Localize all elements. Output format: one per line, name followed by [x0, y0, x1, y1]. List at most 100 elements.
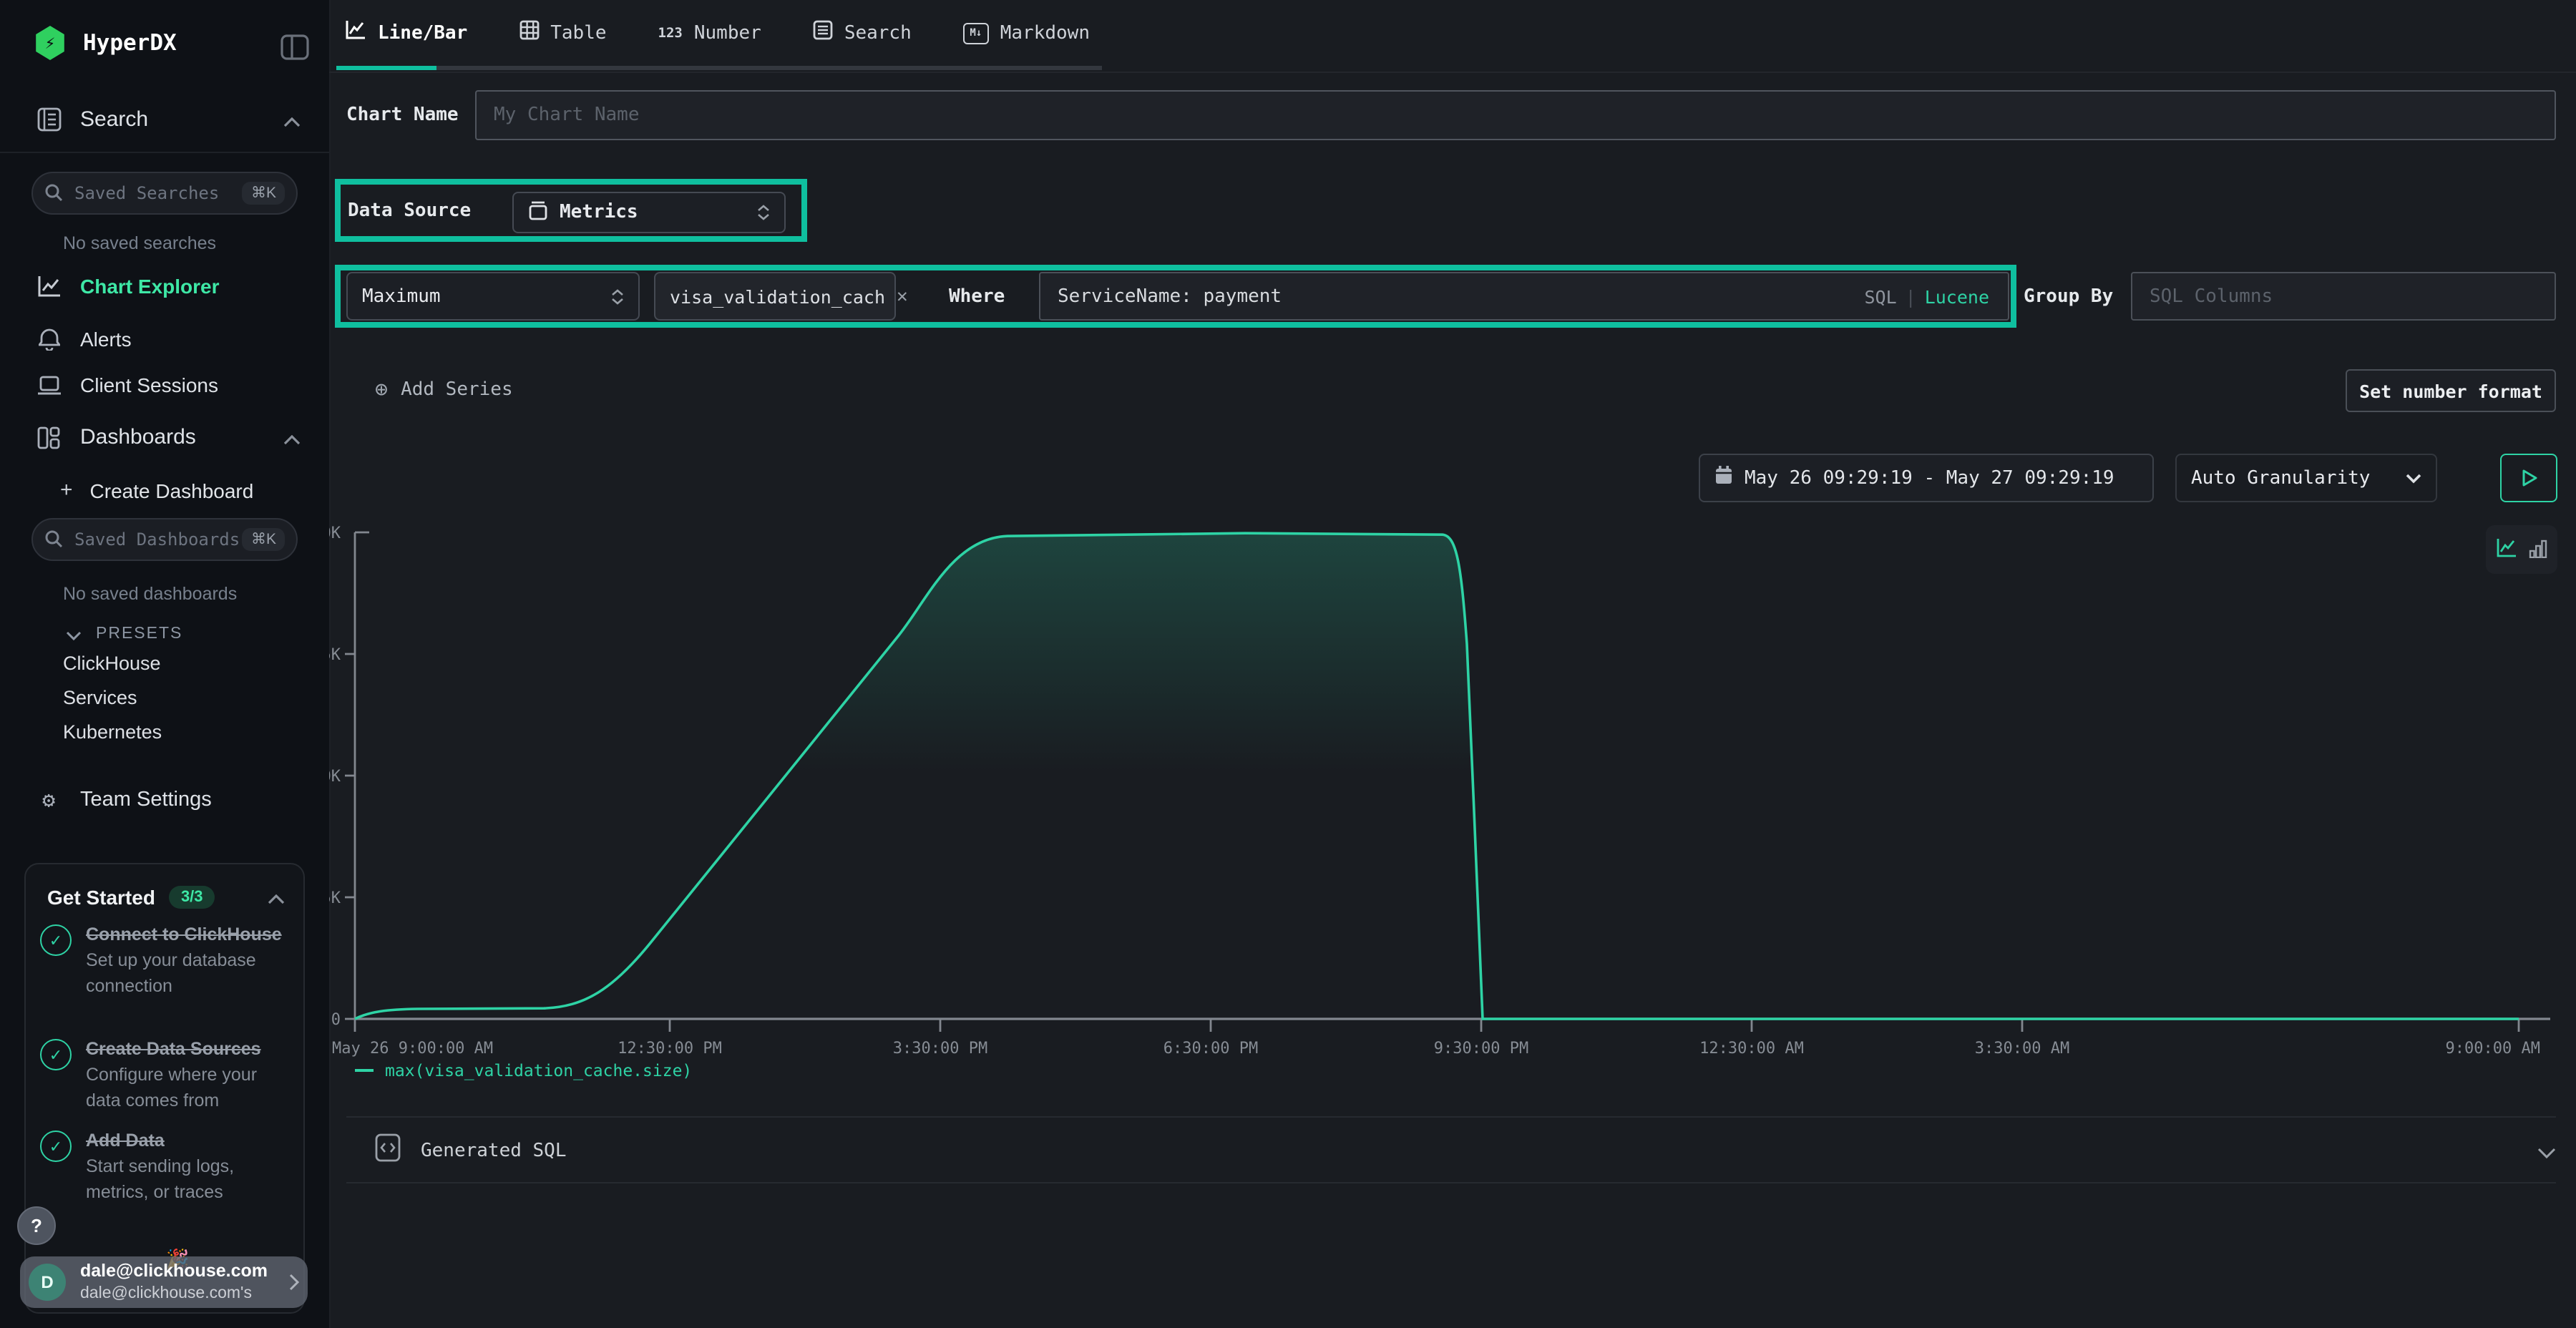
- tab-label: Search: [844, 22, 912, 44]
- add-series-button[interactable]: ⊕ Add Series: [375, 376, 513, 402]
- chart-name-label: Chart Name: [346, 104, 459, 126]
- preset-clickhouse[interactable]: ClickHouse: [63, 653, 161, 674]
- x-tick-label: 9:00:00 AM: [2446, 1040, 2540, 1058]
- search-section-icon: [34, 107, 63, 132]
- granularity-select[interactable]: Auto Granularity: [2175, 454, 2437, 502]
- y-tick-label: 0: [331, 1011, 341, 1029]
- presets-group-header[interactable]: PRESETS: [66, 620, 182, 647]
- get-started-item-add-data[interactable]: ✓ Add Data Start sending logs, metrics, …: [40, 1128, 292, 1205]
- chevron-up-icon[interactable]: [283, 106, 301, 133]
- create-dashboard-label: Create Dashboard: [90, 479, 254, 502]
- collapse-sidebar-icon[interactable]: [280, 34, 309, 66]
- saved-dashboards-placeholder: Saved Dashboards: [74, 529, 243, 550]
- check-circle-icon: ✓: [40, 924, 72, 956]
- x-tick-label: May 26 9:00:00 AM: [332, 1040, 493, 1058]
- tab-search[interactable]: Search: [813, 20, 912, 46]
- chevron-down-icon[interactable]: [2537, 1137, 2556, 1164]
- saved-searches-input[interactable]: Saved Searches ⌘K: [31, 172, 298, 215]
- aggregation-value: Maximum: [362, 285, 441, 307]
- saved-searches-placeholder: Saved Searches: [74, 183, 243, 203]
- tab-markdown[interactable]: M↓ Markdown: [963, 22, 1090, 44]
- divider: [346, 1116, 2556, 1118]
- group-by-label: Group By: [2024, 286, 2113, 308]
- y-tick-label: 25K: [329, 889, 341, 907]
- line-chart-icon: [345, 20, 366, 46]
- metric-tag-label: visa_validation_cach: [670, 285, 885, 307]
- app-logo[interactable]: ⚡ HyperDX: [34, 26, 177, 60]
- tab-track: [336, 66, 1102, 70]
- tab-number[interactable]: 123 Number: [658, 22, 761, 44]
- preset-services[interactable]: Services: [63, 687, 137, 708]
- sidebar-item-chart-explorer[interactable]: Chart Explorer: [34, 275, 301, 298]
- sidebar-item-label: Chart Explorer: [80, 275, 220, 298]
- chart-legend[interactable]: max(visa_validation_cache.size): [355, 1060, 692, 1080]
- team-settings-label: Team Settings: [80, 788, 212, 811]
- set-number-format-button[interactable]: Set number format: [2346, 369, 2556, 412]
- generated-sql-label: Generated SQL: [421, 1140, 567, 1161]
- markdown-icon: M↓: [963, 22, 989, 44]
- get-started-item-title: Connect to ClickHouse: [86, 924, 282, 944]
- help-button[interactable]: ?: [17, 1206, 56, 1245]
- sql-mode-toggle[interactable]: SQL: [1864, 286, 1896, 308]
- search-section-label: Search: [80, 107, 148, 132]
- metrics-box-icon: [528, 200, 548, 225]
- x-tick-label: 12:30:00 PM: [618, 1040, 722, 1058]
- tab-line-bar[interactable]: Line/Bar: [345, 20, 467, 46]
- sidebar-section-dashboards[interactable]: Dashboards: [34, 424, 301, 451]
- preset-kubernetes[interactable]: Kubernetes: [63, 721, 162, 743]
- divider: [346, 1182, 2556, 1183]
- chevron-up-icon[interactable]: [283, 424, 301, 451]
- sidebar-item-team-settings[interactable]: ⚙ Team Settings: [34, 787, 301, 813]
- sidebar-section-search[interactable]: Search: [34, 106, 301, 133]
- tab-label: Number: [694, 22, 761, 44]
- group-by-input[interactable]: [2131, 272, 2556, 321]
- y-tick-label: 50K: [329, 768, 341, 786]
- aggregation-select[interactable]: Maximum: [346, 272, 640, 321]
- chevron-down-icon: [66, 620, 82, 647]
- metric-tag[interactable]: visa_validation_cach ✕: [654, 272, 896, 321]
- user-menu[interactable]: D dale@clickhouse.com dale@clickhouse.co…: [20, 1256, 308, 1308]
- chevron-up-icon[interactable]: [268, 883, 285, 910]
- x-tick-label: 12:30:00 AM: [1699, 1040, 1804, 1058]
- search-icon: [44, 180, 63, 207]
- date-range-value: May 26 09:29:19 - May 27 09:29:19: [1745, 467, 2114, 489]
- sidebar-item-client-sessions[interactable]: Client Sessions: [34, 374, 301, 396]
- data-source-select[interactable]: Metrics: [512, 192, 786, 233]
- cmd-k-shortcut: ⌘K: [243, 528, 285, 551]
- sidebar-item-label: Alerts: [80, 327, 132, 350]
- dashboards-section-label: Dashboards: [80, 425, 196, 449]
- remove-metric-icon[interactable]: ✕: [897, 285, 908, 307]
- table-icon: [519, 20, 539, 46]
- hyperdx-logo-icon: ⚡: [34, 26, 66, 60]
- x-tick-label: 9:30:00 PM: [1434, 1040, 1528, 1058]
- date-range-picker[interactable]: May 26 09:29:19 - May 27 09:29:19: [1699, 454, 2154, 502]
- generated-sql-row[interactable]: Generated SQL: [375, 1133, 2556, 1168]
- check-circle-icon: ✓: [40, 1039, 72, 1070]
- get-started-item-datasources[interactable]: ✓ Create Data Sources Configure where yo…: [40, 1036, 292, 1113]
- sidebar-item-alerts[interactable]: Alerts: [34, 326, 301, 351]
- chart-name-input[interactable]: [475, 90, 2556, 140]
- select-chevrons-icon: [757, 205, 770, 220]
- get-started-item-connect[interactable]: ✓ Connect to ClickHouse Set up your data…: [40, 922, 292, 999]
- lucene-mode-toggle[interactable]: Lucene: [1925, 286, 1989, 308]
- timeseries-chart[interactable]: 100K 75K 50K 25K 0 May 26 9:00:00 AM 12:…: [329, 508, 2562, 1080]
- add-series-label: Add Series: [401, 379, 513, 400]
- avatar: D: [29, 1264, 66, 1301]
- chevron-right-icon: [289, 1269, 299, 1296]
- number-123-icon: 123: [658, 25, 683, 41]
- saved-dashboards-input[interactable]: Saved Dashboards ⌘K: [31, 518, 298, 561]
- dashboards-icon: [34, 426, 63, 449]
- where-field-wrap: SQL|Lucene: [1039, 272, 2009, 321]
- app-title: HyperDX: [83, 30, 177, 56]
- get-started-item-desc: Set up your database connection: [86, 950, 256, 996]
- run-query-button[interactable]: [2500, 454, 2557, 502]
- tab-table[interactable]: Table: [519, 20, 606, 46]
- get-started-progress-badge: 3/3: [170, 885, 215, 908]
- user-email: dale@clickhouse.com: [80, 1261, 268, 1283]
- chevron-down-icon: [2406, 467, 2421, 489]
- create-dashboard-button[interactable]: + Create Dashboard: [60, 478, 253, 502]
- main-content: Line/Bar Table 123 Number Search: [329, 0, 2576, 1328]
- data-source-label: Data Source: [348, 200, 471, 222]
- tab-label: Markdown: [1000, 22, 1090, 44]
- legend-swatch: [355, 1069, 374, 1072]
